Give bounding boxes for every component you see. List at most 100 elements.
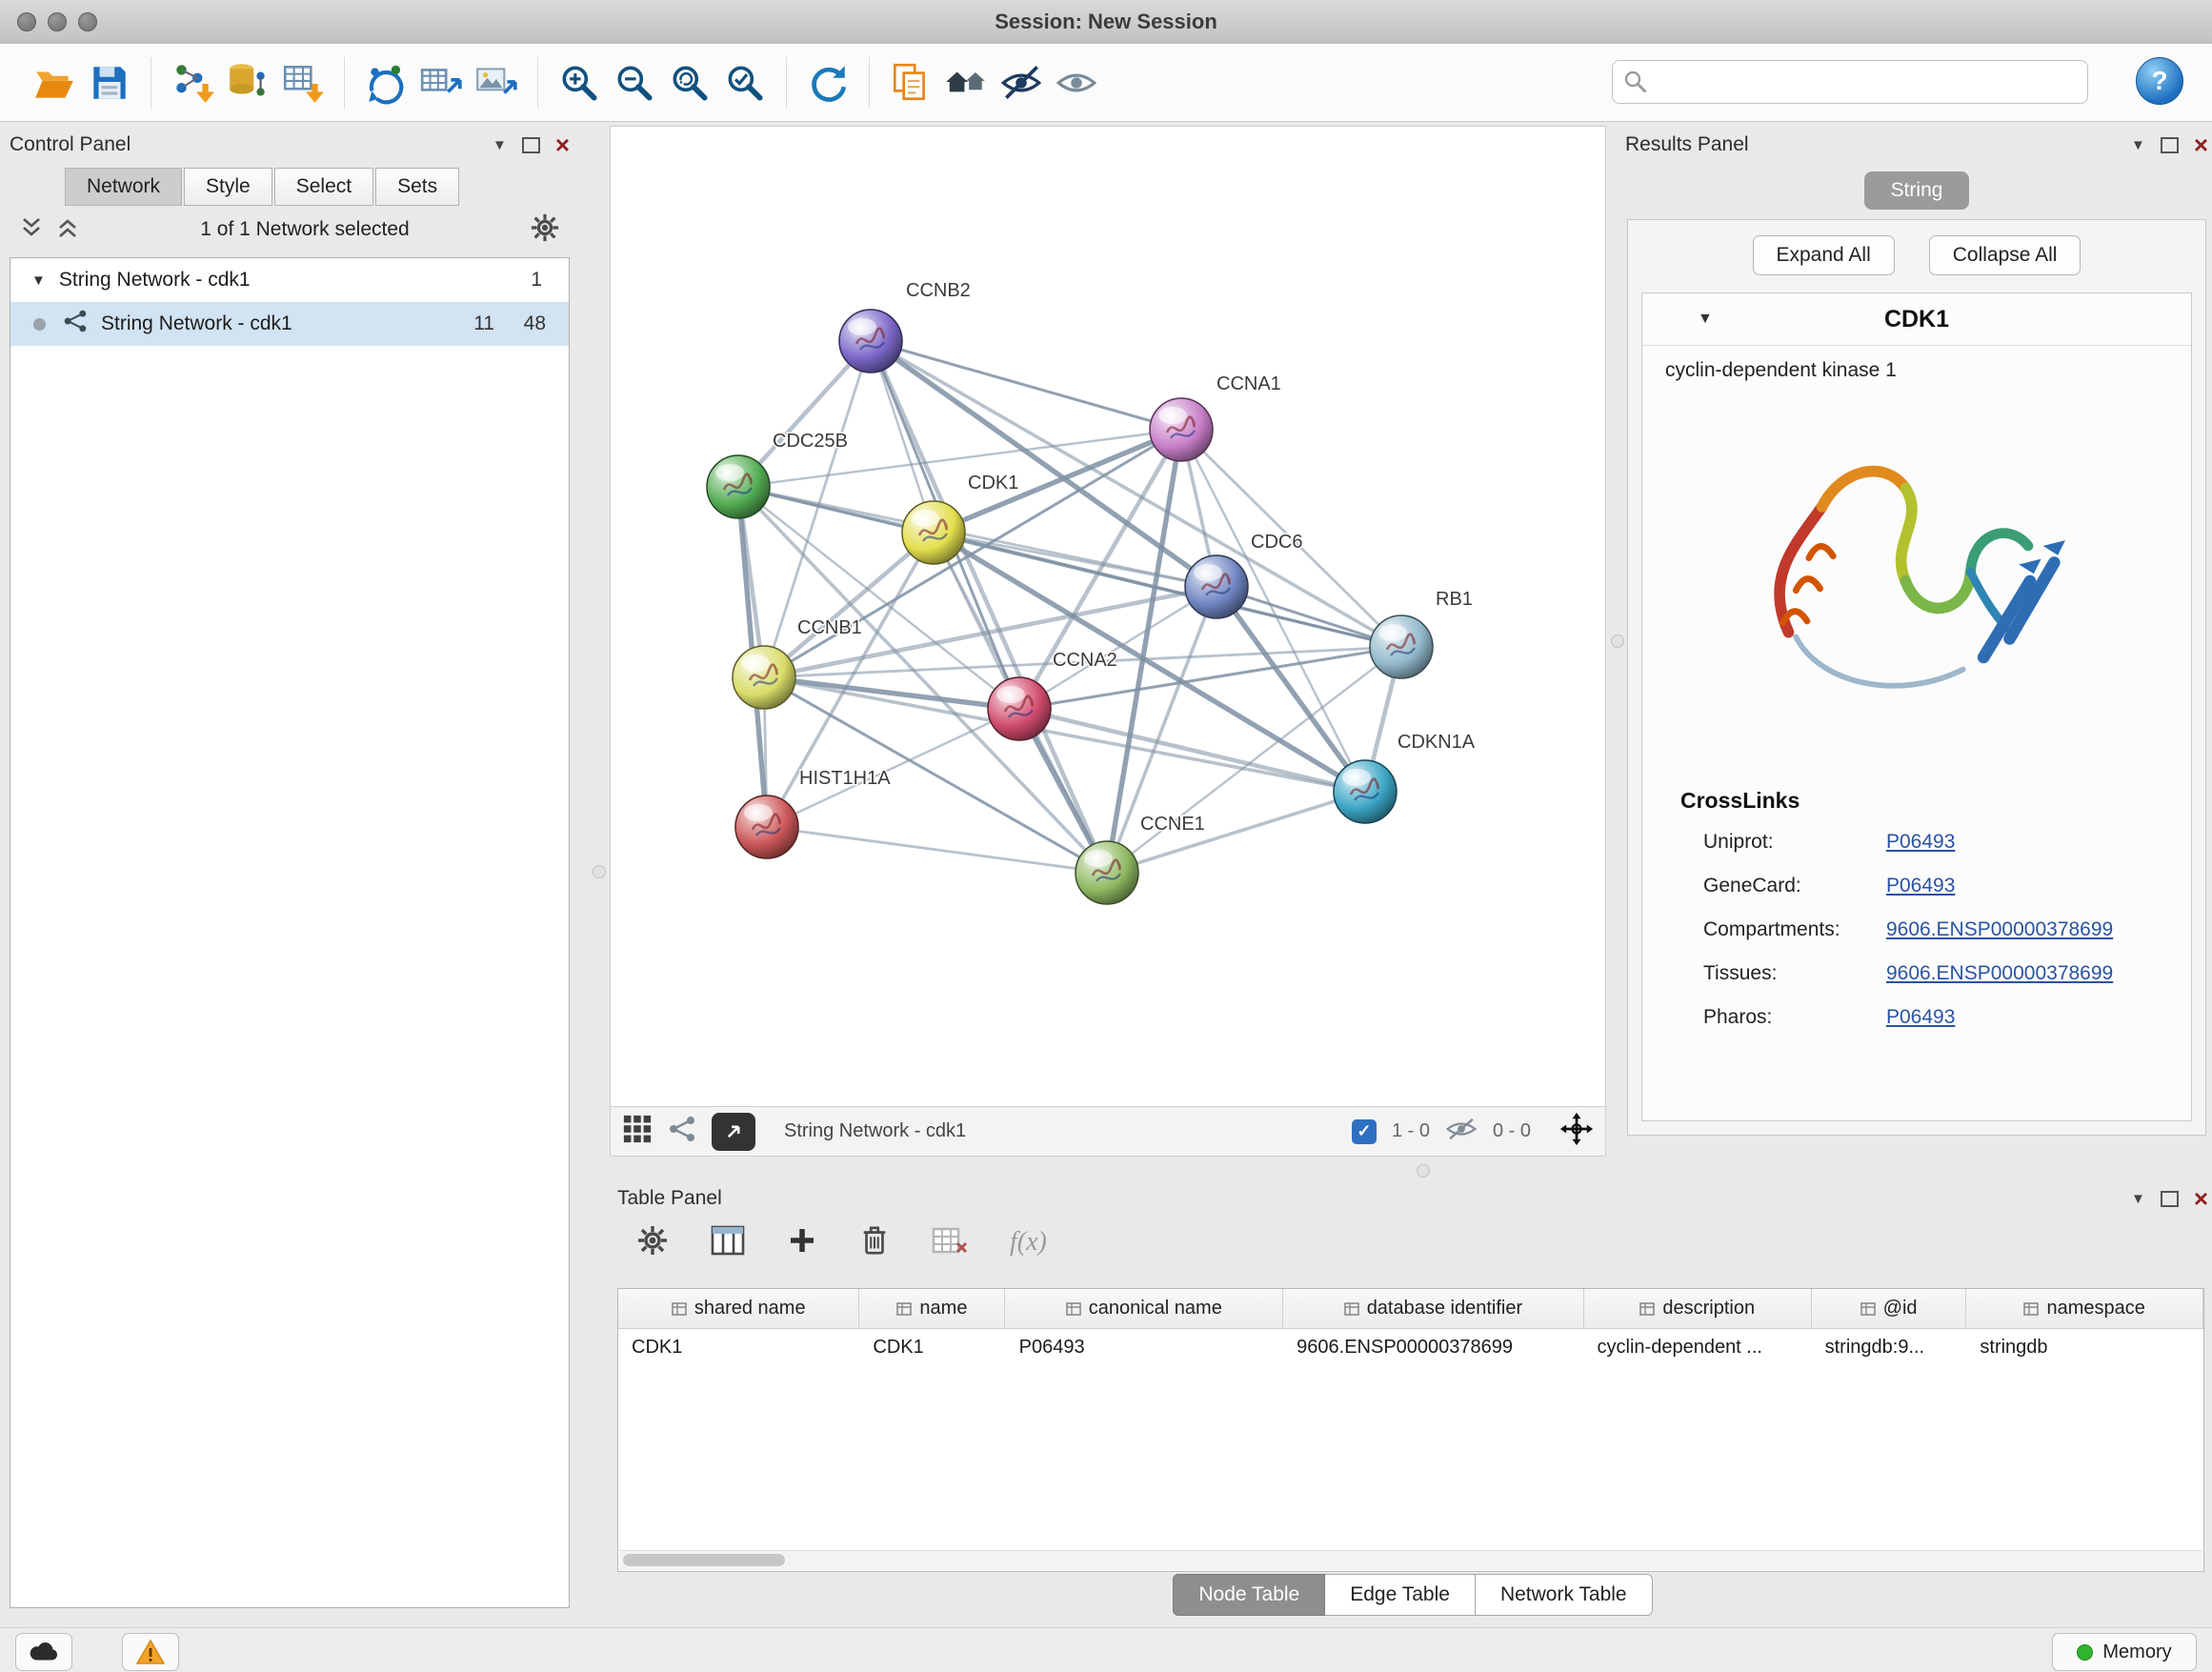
share-network-icon[interactable] bbox=[668, 1115, 696, 1148]
add-column-plus-icon[interactable] bbox=[787, 1225, 817, 1260]
gene-collapse-icon[interactable]: ▼ bbox=[1698, 311, 1713, 328]
delete-column-trash-icon[interactable] bbox=[859, 1224, 890, 1261]
export-image-button[interactable] bbox=[469, 55, 524, 111]
search-input[interactable] bbox=[1612, 60, 2088, 104]
panel-maximize-icon[interactable] bbox=[522, 137, 540, 153]
results-tab-string[interactable]: String bbox=[1864, 171, 1970, 210]
hidden-eye-slash-icon[interactable] bbox=[1445, 1116, 1478, 1147]
network-node-hist1h1a[interactable] bbox=[735, 796, 798, 858]
network-edge[interactable] bbox=[871, 341, 1107, 873]
panel-float-icon[interactable]: ▼ bbox=[493, 138, 507, 152]
network-node-ccna1[interactable] bbox=[1150, 398, 1213, 461]
network-canvas[interactable]: CCNB2CCNA1CDC25BCDK1CDC6RB1CCNB1CCNA2CDK… bbox=[610, 126, 1606, 1107]
delete-table-icon[interactable] bbox=[932, 1225, 968, 1260]
window-zoom-button[interactable] bbox=[78, 12, 97, 31]
fit-content-crosshair-icon[interactable] bbox=[1559, 1112, 1594, 1151]
network-edge[interactable] bbox=[767, 827, 1107, 873]
warnings-button[interactable] bbox=[122, 1633, 179, 1671]
tab-sets[interactable]: Sets bbox=[375, 168, 459, 206]
crosslink-link-tissues[interactable]: 9606.ENSP00000378699 bbox=[1886, 962, 2113, 985]
string-results-box: Expand All Collapse All ▼ CDK1 cyclin-de… bbox=[1627, 219, 2206, 1136]
panel-close-icon[interactable]: × bbox=[555, 132, 570, 157]
panel-close-icon[interactable]: × bbox=[2194, 1186, 2208, 1211]
network-edge[interactable] bbox=[764, 677, 1019, 709]
tab-select[interactable]: Select bbox=[274, 168, 373, 206]
tab-network-table[interactable]: Network Table bbox=[1476, 1574, 1653, 1616]
splitter-handle[interactable] bbox=[1417, 1164, 1430, 1178]
crosslink-link-compartments[interactable]: 9606.ENSP00000378699 bbox=[1886, 918, 2113, 941]
hide-graphics-details-icon[interactable] bbox=[994, 55, 1049, 111]
open-session-button[interactable] bbox=[27, 55, 82, 111]
zoom-fit-button[interactable] bbox=[662, 55, 717, 111]
table-row[interactable]: CDK1 CDK1 P06493 9606.ENSP00000378699 cy… bbox=[618, 1329, 2203, 1367]
collapse-all-networks-icon[interactable] bbox=[55, 215, 80, 245]
network-node-ccna2[interactable] bbox=[988, 677, 1051, 740]
selected-checkbox-icon[interactable]: ✓ bbox=[1352, 1119, 1377, 1144]
network-options-gear-icon[interactable] bbox=[530, 212, 560, 248]
network-node-rb1[interactable] bbox=[1370, 615, 1433, 678]
show-graphics-details-icon[interactable] bbox=[1049, 55, 1104, 111]
tab-network[interactable]: Network bbox=[65, 168, 182, 206]
function-builder-icon[interactable]: f(x) bbox=[1010, 1227, 1047, 1258]
network-edge[interactable] bbox=[764, 533, 934, 677]
network-edge[interactable] bbox=[871, 341, 1181, 430]
refresh-button[interactable] bbox=[800, 55, 855, 111]
splitter-handle[interactable] bbox=[1611, 635, 1624, 648]
zoom-selected-button[interactable] bbox=[717, 55, 773, 111]
crosslink-link-pharos[interactable]: P06493 bbox=[1886, 1006, 1955, 1029]
crosslink-link-uniprot[interactable]: P06493 bbox=[1886, 831, 1955, 854]
zoom-in-button[interactable] bbox=[552, 55, 607, 111]
import-network-from-database-button[interactable] bbox=[220, 55, 275, 111]
network-node-cdkn1a[interactable] bbox=[1334, 760, 1397, 823]
save-session-button[interactable] bbox=[82, 55, 137, 111]
window-minimize-button[interactable] bbox=[48, 12, 67, 31]
copy-document-button[interactable] bbox=[883, 55, 938, 111]
column-header[interactable]: database identifier bbox=[1283, 1289, 1584, 1329]
tree-expand-icon[interactable]: ▼ bbox=[31, 272, 46, 289]
show-columns-icon[interactable] bbox=[711, 1225, 745, 1260]
home-networks-button[interactable] bbox=[938, 55, 994, 111]
import-table-from-file-button[interactable] bbox=[275, 55, 331, 111]
zoom-out-button[interactable] bbox=[607, 55, 662, 111]
network-row[interactable]: String Network - cdk1 11 48 bbox=[10, 302, 569, 346]
splitter-handle[interactable] bbox=[593, 865, 606, 878]
table-settings-gear-icon[interactable] bbox=[636, 1224, 669, 1261]
column-header[interactable]: canonical name bbox=[1005, 1289, 1283, 1329]
panel-maximize-icon[interactable] bbox=[2161, 1191, 2179, 1207]
import-network-from-file-button[interactable] bbox=[165, 55, 220, 111]
panel-float-icon[interactable]: ▼ bbox=[2131, 138, 2145, 152]
network-node-ccnb1[interactable] bbox=[733, 646, 795, 709]
panel-close-icon[interactable]: × bbox=[2194, 132, 2208, 157]
column-header[interactable]: @id bbox=[1812, 1289, 1967, 1329]
column-header[interactable]: namespace bbox=[1966, 1289, 2203, 1329]
horizontal-scrollbar[interactable] bbox=[619, 1550, 2202, 1570]
scrollbar-thumb[interactable] bbox=[623, 1554, 785, 1566]
panel-float-icon[interactable]: ▼ bbox=[2131, 1192, 2145, 1206]
apply-layout-button[interactable] bbox=[358, 55, 413, 111]
expand-all-button[interactable]: Expand All bbox=[1753, 235, 1895, 275]
window-close-button[interactable] bbox=[17, 12, 36, 31]
network-node-cdk1[interactable] bbox=[902, 501, 965, 564]
network-node-ccne1[interactable] bbox=[1076, 841, 1138, 904]
crosslink-link-genecard[interactable]: P06493 bbox=[1886, 875, 1955, 897]
panel-maximize-icon[interactable] bbox=[2161, 137, 2179, 153]
network-node-ccnb2[interactable] bbox=[839, 310, 902, 373]
network-node-cdc6[interactable] bbox=[1185, 555, 1248, 618]
birdseye-grid-icon[interactable] bbox=[622, 1114, 653, 1149]
network-node-cdc25b[interactable] bbox=[707, 455, 770, 518]
cloud-sync-button[interactable] bbox=[15, 1633, 72, 1671]
help-button[interactable]: ? bbox=[2136, 57, 2183, 105]
collapse-all-button[interactable]: Collapse All bbox=[1929, 235, 2081, 275]
network-graph[interactable]: CCNB2CCNA1CDC25BCDK1CDC6RB1CCNB1CCNA2CDK… bbox=[611, 127, 1605, 1106]
column-header[interactable]: shared name bbox=[618, 1289, 859, 1329]
tab-edge-table[interactable]: Edge Table bbox=[1325, 1574, 1476, 1616]
tab-node-table[interactable]: Node Table bbox=[1173, 1574, 1325, 1616]
network-collection-row[interactable]: ▼ String Network - cdk1 1 bbox=[10, 258, 569, 302]
expand-all-networks-icon[interactable] bbox=[19, 215, 44, 245]
column-header[interactable]: description bbox=[1584, 1289, 1812, 1329]
column-header[interactable]: name bbox=[859, 1289, 1005, 1329]
memory-button[interactable]: Memory bbox=[2052, 1633, 2197, 1671]
open-in-new-window-button[interactable] bbox=[712, 1113, 755, 1151]
tab-style[interactable]: Style bbox=[184, 168, 272, 206]
export-table-button[interactable] bbox=[413, 55, 469, 111]
